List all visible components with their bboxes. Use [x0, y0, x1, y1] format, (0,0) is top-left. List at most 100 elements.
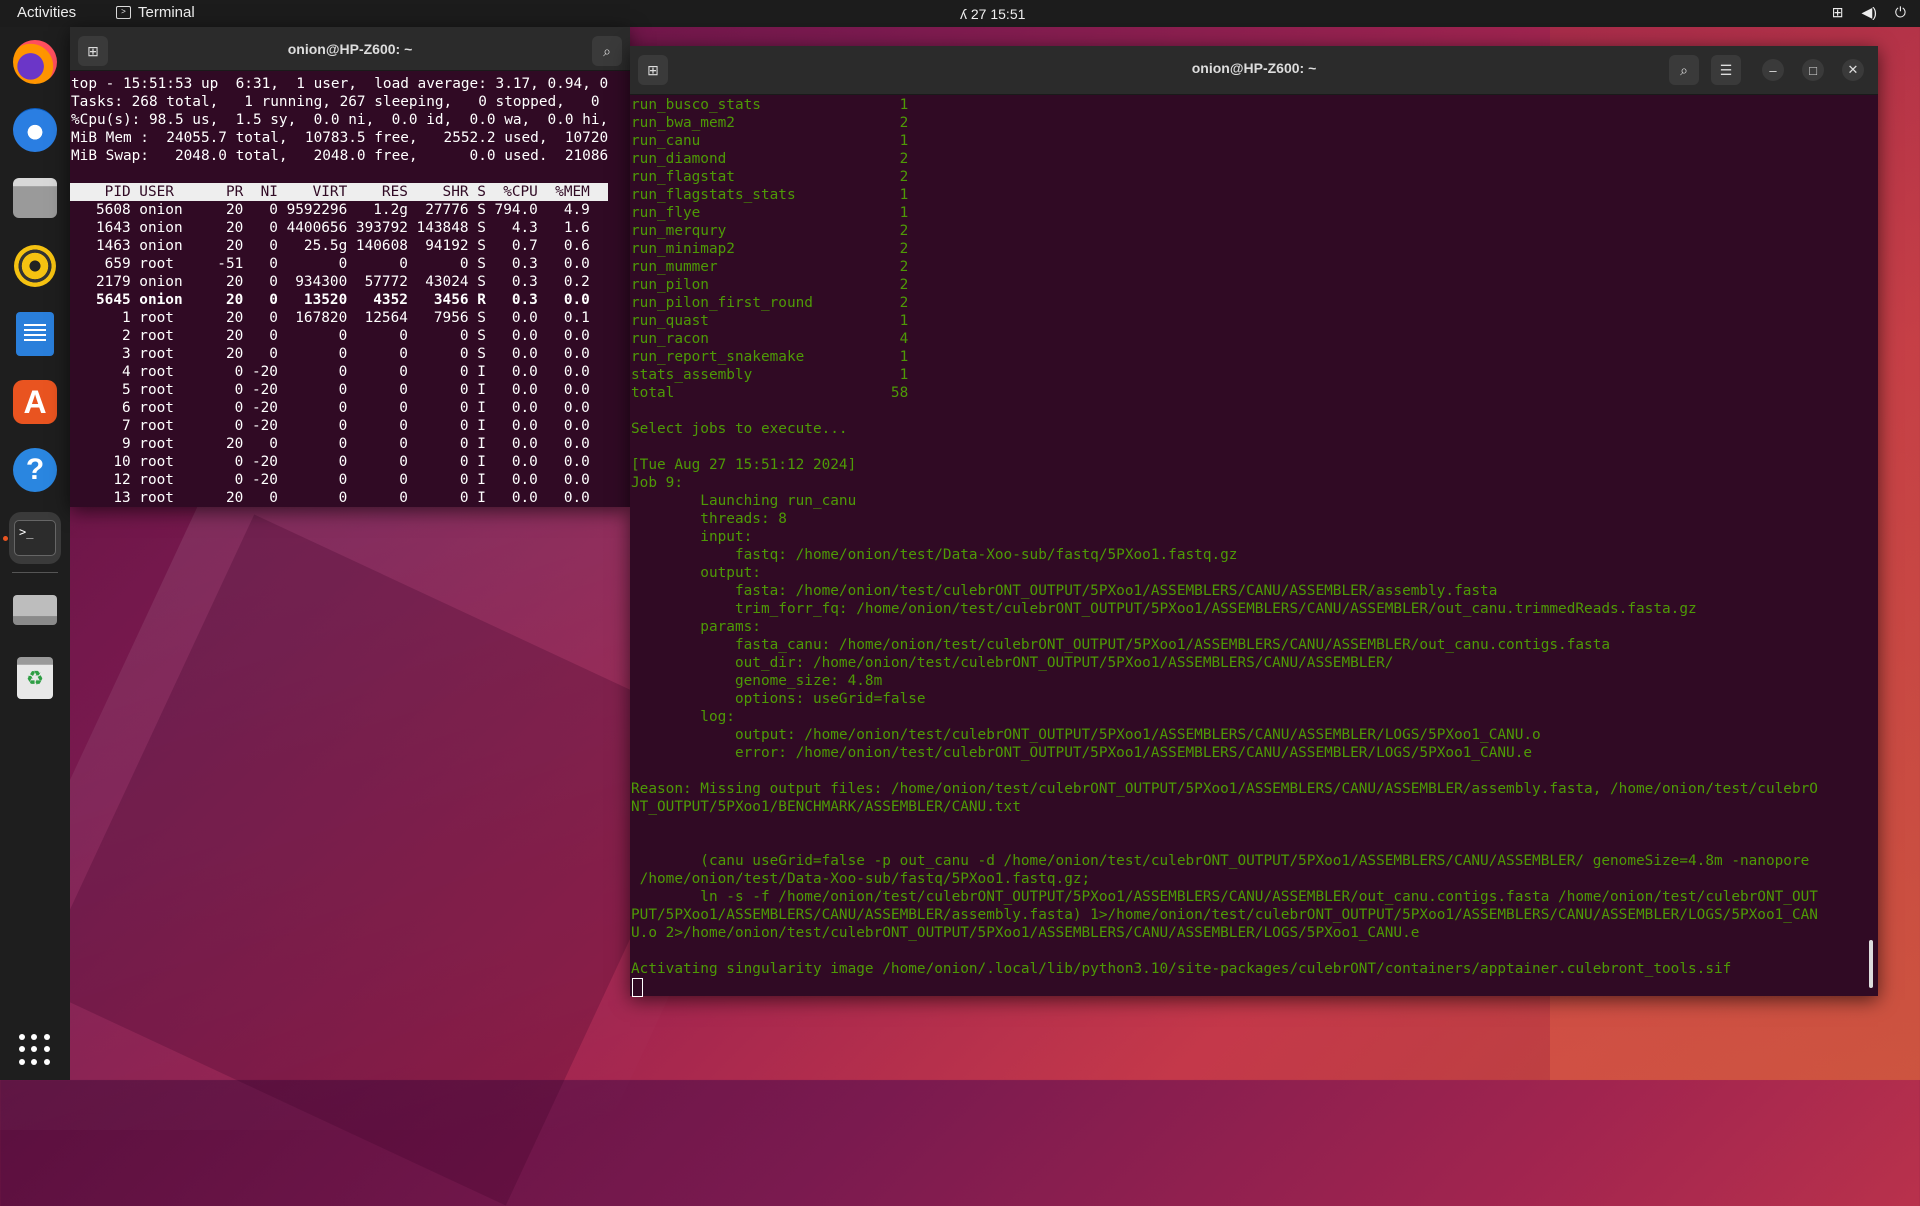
process-row: 7 root 0 -20 0 0 0 I 0.0 0.0: [70, 418, 590, 434]
search-icon[interactable]: ⌕: [592, 36, 622, 66]
terminal-icon: >_: [14, 520, 56, 556]
system-tray[interactable]: ⊞ ◀) ⏻: [1832, 4, 1906, 21]
terminal-line: run_flagstats_stats 1: [631, 187, 909, 203]
terminal-icon: >: [116, 6, 131, 19]
files-launcher[interactable]: [9, 172, 61, 224]
terminal-line: input:: [631, 529, 753, 545]
terminal-line: Select jobs to execute...: [631, 421, 848, 437]
terminal-line: U.o 2>/home/onion/test/culebrONT_OUTPUT/…: [631, 925, 1420, 941]
process-row: 12 root 0 -20 0 0 0 I 0.0 0.0: [70, 472, 590, 488]
writer-launcher[interactable]: [9, 308, 61, 360]
terminal-line: [631, 834, 1818, 852]
process-row: 2 root 20 0 0 0 0 S 0.0 0.0: [70, 328, 590, 344]
hamburger-menu-icon[interactable]: ☰: [1711, 55, 1741, 85]
terminal-line: trim_forr_fq: /home/onion/test/culebrONT…: [631, 601, 1697, 617]
firefox-launcher[interactable]: [9, 36, 61, 88]
terminal-line: total 58: [631, 385, 909, 401]
firefox-icon: [13, 40, 57, 84]
running-indicator: [3, 536, 8, 541]
trash-launcher[interactable]: ♻: [9, 652, 61, 704]
show-apps-button[interactable]: [9, 1024, 61, 1076]
terminal-line: fasta: /home/onion/test/culebrONT_OUTPUT…: [631, 583, 1498, 599]
terminal-line: ln -s -f /home/onion/test/culebrONT_OUTP…: [631, 889, 1818, 905]
terminal-line: options: useGrid=false: [631, 691, 926, 707]
dock: A ? >_ ♻: [0, 27, 70, 1080]
terminal-line: (canu useGrid=false -p out_canu -d /home…: [631, 853, 1810, 869]
text-cursor: [632, 978, 643, 997]
thunderbird-launcher[interactable]: [9, 104, 61, 156]
maximize-icon[interactable]: □: [1802, 59, 1824, 81]
terminal-line: [Tue Aug 27 15:51:12 2024]: [631, 457, 857, 473]
app-center-icon: A: [13, 380, 57, 424]
top-summary-line: top - 15:51:53 up 6:31, 1 user, load ave…: [71, 76, 609, 92]
terminal-line: run_quast 1: [631, 313, 909, 329]
process-row: 5608 onion 20 0 9592296 1.2g 27776 S 794…: [70, 202, 590, 218]
terminal-line: [631, 402, 1818, 420]
drive-launcher[interactable]: [9, 584, 61, 636]
terminal-output[interactable]: run_busco_stats 1 run_bwa_mem2 2 run_canu …: [631, 96, 1818, 997]
trash-icon: ♻: [17, 657, 53, 699]
process-row: 659 root -51 0 0 0 0 S 0.3 0.0: [70, 256, 590, 272]
terminal-line: Activating singularity image /home/onion…: [631, 961, 1732, 977]
main-terminal-window[interactable]: ⊞ onion@HP-Z600: ~ ⌕ ☰ – □ ✕ run_busco_s…: [630, 46, 1878, 997]
process-row: 2179 onion 20 0 934300 57772 43024 S 0.3…: [70, 274, 590, 290]
terminal-line: run_flagstat 2: [631, 169, 909, 185]
terminal-line: NT_OUTPUT/5PXoo1/BENCHMARK/ASSEMBLER/CAN…: [631, 799, 1021, 815]
app-center-launcher[interactable]: A: [9, 376, 61, 428]
terminal-line: run_bwa_mem2 2: [631, 115, 909, 131]
terminal-line: out_dir: /home/onion/test/culebrONT_OUTP…: [631, 655, 1394, 671]
app-menu-button[interactable]: > Terminal: [116, 4, 195, 21]
window-title: onion@HP-Z600: ~: [287, 41, 413, 57]
writer-icon: [16, 312, 54, 356]
scrollbar[interactable]: [1869, 940, 1873, 988]
window-header: ⊞ onion@HP-Z600: ~ ⌕: [70, 27, 630, 71]
app-name: Terminal: [138, 4, 195, 21]
window-header: ⊞ onion@HP-Z600: ~ ⌕ ☰ – □ ✕: [630, 46, 1878, 95]
terminal-line: run_minimap2 2: [631, 241, 909, 257]
search-icon[interactable]: ⌕: [1669, 55, 1699, 85]
files-icon: [13, 178, 57, 218]
clock[interactable]: ʎ 27 15:51: [960, 6, 1025, 22]
top-summary-line: MiB Swap: 2048.0 total, 2048.0 free, 0.0…: [71, 148, 609, 164]
terminal-line: error: /home/onion/test/culebrONT_OUTPUT…: [631, 745, 1533, 761]
prompt-line: [631, 978, 1818, 997]
rhythmbox-launcher[interactable]: [9, 240, 61, 292]
terminal-line: run_flye 1: [631, 205, 909, 221]
blank-line: [70, 165, 608, 183]
minimize-icon[interactable]: –: [1762, 59, 1784, 81]
top-terminal-window[interactable]: ⊞ onion@HP-Z600: ~ ⌕ top - 15:51:53 up 6…: [70, 27, 630, 507]
dock-separator: [12, 572, 58, 573]
top-summary-line: Tasks: 268 total, 1 running, 267 sleepin…: [71, 94, 600, 110]
thunderbird-icon: [13, 108, 57, 152]
terminal-output[interactable]: top - 15:51:53 up 6:31, 1 user, load ave…: [70, 75, 609, 507]
terminal-line: [631, 942, 1818, 960]
process-row: 13 root 20 0 0 0 0 I 0.0 0.0: [70, 490, 590, 506]
process-row: 5 root 0 -20 0 0 0 I 0.0 0.0: [70, 382, 590, 398]
terminal-line: output:: [631, 565, 761, 581]
terminal-line: Launching run_canu: [631, 493, 857, 509]
help-launcher[interactable]: ?: [9, 444, 61, 496]
help-icon: ?: [13, 448, 57, 492]
terminal-line: log:: [631, 709, 735, 725]
terminal-line: run_diamond 2: [631, 151, 909, 167]
drive-icon: [13, 595, 57, 625]
terminal-line: run_canu 1: [631, 133, 909, 149]
terminal-line: run_report_snakemake 1: [631, 349, 909, 365]
terminal-line: [631, 762, 1818, 780]
activities-button[interactable]: Activities: [17, 4, 76, 21]
terminal-line: run_racon 4: [631, 331, 909, 347]
process-row: 3 root 20 0 0 0 0 S 0.0 0.0: [70, 346, 590, 362]
close-icon[interactable]: ✕: [1842, 59, 1864, 81]
terminal-line: run_busco_stats 1: [631, 97, 909, 113]
terminal-line: output: /home/onion/test/culebrONT_OUTPU…: [631, 727, 1541, 743]
terminal-launcher[interactable]: >_: [9, 512, 61, 564]
top-summary-line: MiB Mem : 24055.7 total, 10783.5 free, 2…: [71, 130, 609, 146]
terminal-line: run_pilon 2: [631, 277, 909, 293]
terminal-line: fastq: /home/onion/test/Data-Xoo-sub/fas…: [631, 547, 1238, 563]
power-icon: ⏻: [1894, 4, 1906, 20]
process-row: 6 root 0 -20 0 0 0 I 0.0 0.0: [70, 400, 590, 416]
terminal-line: run_mummer 2: [631, 259, 909, 275]
process-row: 1463 onion 20 0 25.5g 140608 94192 S 0.7…: [70, 238, 590, 254]
apps-grid-icon: [19, 1034, 51, 1066]
terminal-line: PUT/5PXoo1/ASSEMBLERS/CANU/ASSEMBLER/ass…: [631, 907, 1818, 923]
